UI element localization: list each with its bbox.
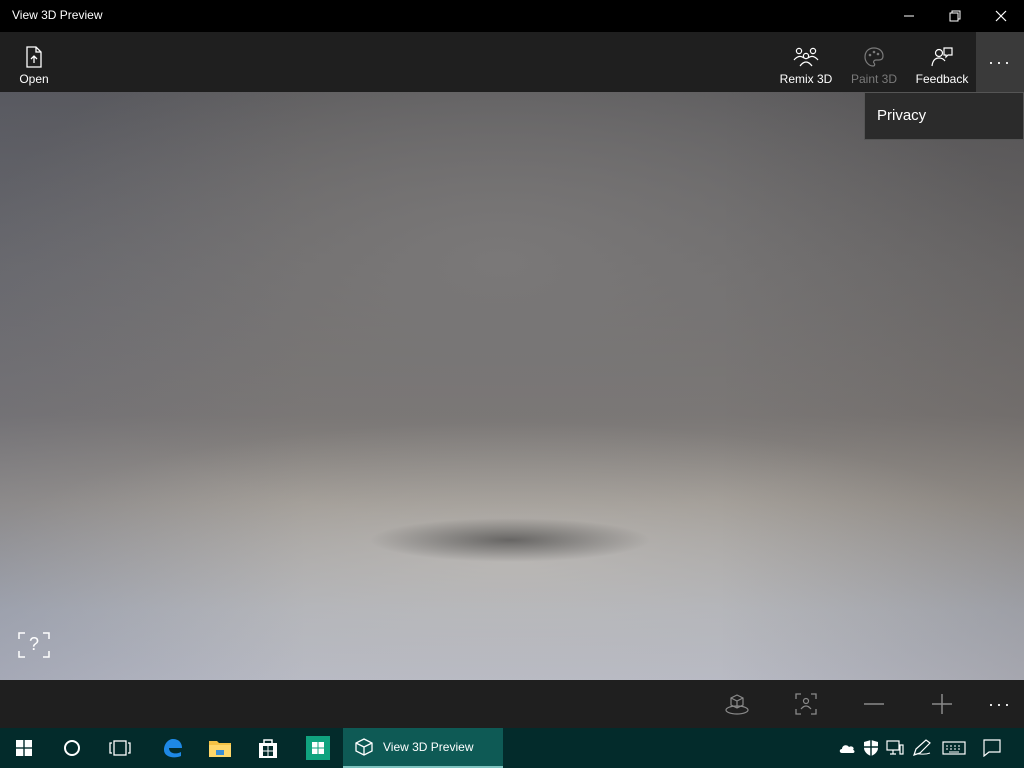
zoom-out-icon (864, 703, 884, 705)
view3d-app-icon (355, 738, 373, 756)
minimize-icon (904, 15, 914, 17)
fit-view-icon (795, 693, 817, 715)
zoom-in-icon (932, 694, 952, 714)
more-options-button[interactable]: ··· (976, 32, 1024, 92)
remix-3d-button[interactable]: Remix 3D (778, 32, 834, 92)
zoom-out-button[interactable] (854, 680, 894, 728)
taskbar-view3d-app[interactable]: View 3D Preview (343, 728, 503, 768)
action-center-icon (983, 739, 1001, 757)
more-options-menu: Privacy (864, 92, 1024, 140)
pen-icon (913, 739, 931, 756)
zoom-in-button[interactable] (922, 680, 962, 728)
network-tray[interactable] (884, 728, 906, 768)
onedrive-tray[interactable] (836, 728, 858, 768)
cortana-icon (64, 740, 80, 756)
paint-3d-icon (864, 47, 884, 67)
open-file-icon (26, 46, 42, 68)
mixed-reality-button[interactable] (717, 680, 757, 728)
edge-button[interactable] (148, 728, 196, 768)
3d-viewport[interactable] (0, 92, 1024, 680)
title-bar: View 3D Preview (0, 0, 1024, 32)
store-icon (259, 739, 277, 758)
taskbar: View 3D Preview (0, 728, 1024, 768)
edge-icon (164, 739, 182, 758)
start-tiles-icon (306, 736, 330, 760)
task-view-icon (109, 740, 131, 756)
app-toolbar: Open Remix 3D Paint 3D Feedback (0, 32, 1024, 92)
network-icon (886, 740, 904, 755)
onedrive-icon (839, 745, 855, 753)
restore-button[interactable] (932, 0, 978, 32)
cortana-button[interactable] (48, 728, 96, 768)
bottom-more-icon: ··· (988, 693, 1012, 714)
store-button[interactable] (244, 728, 292, 768)
file-explorer-icon (209, 741, 231, 757)
feedback-icon (931, 47, 953, 67)
action-center-tray[interactable] (978, 728, 1006, 768)
help-button[interactable]: ? (18, 632, 50, 658)
window-title: View 3D Preview (12, 8, 103, 22)
defender-icon (864, 740, 878, 756)
keyboard-tray[interactable] (940, 728, 968, 768)
more-icon: ··· (988, 51, 1012, 72)
file-explorer-button[interactable] (196, 728, 244, 768)
privacy-menu-item[interactable]: Privacy (877, 107, 926, 124)
pen-tray[interactable] (910, 728, 934, 768)
help-glyph: ? (28, 634, 39, 654)
task-view-button[interactable] (96, 728, 144, 768)
restore-icon (949, 10, 961, 22)
defender-tray[interactable] (860, 728, 882, 768)
windows-start-icon (16, 740, 32, 756)
start-button[interactable] (0, 728, 48, 768)
close-button[interactable] (978, 0, 1024, 32)
paint-3d-button[interactable]: Paint 3D (848, 32, 900, 92)
feedback-label: Feedback (915, 72, 969, 86)
feedback-button[interactable]: Feedback (914, 32, 970, 92)
mixed-reality-icon (725, 694, 749, 715)
fit-view-button[interactable] (786, 680, 826, 728)
bottom-toolbar: ··· (0, 680, 1024, 728)
minimize-button[interactable] (886, 0, 932, 32)
close-icon (995, 10, 1007, 22)
keyboard-icon (942, 741, 966, 755)
open-label: Open (19, 72, 49, 86)
bottom-more-button[interactable]: ··· (980, 680, 1020, 728)
paint-3d-label: Paint 3D (850, 72, 898, 86)
remix-3d-label: Remix 3D (779, 72, 833, 86)
start-tiles-button[interactable] (294, 728, 342, 768)
remix-3d-icon (793, 47, 819, 67)
taskbar-app-label: View 3D Preview (383, 740, 474, 754)
open-button[interactable]: Open (10, 32, 58, 92)
